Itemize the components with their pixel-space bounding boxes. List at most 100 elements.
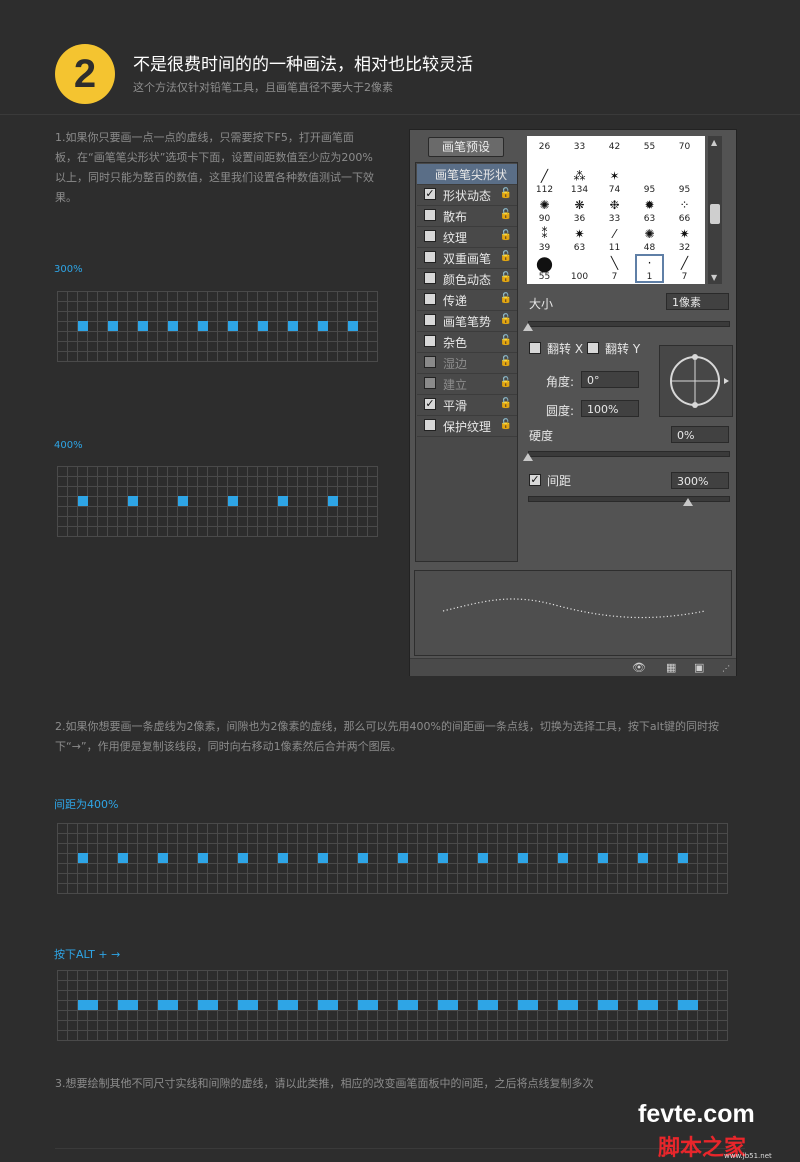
option-build-up[interactable]: 建立 🔓: [417, 374, 517, 395]
checkbox-icon[interactable]: [424, 314, 436, 326]
brush-tip-glyph: ·: [647, 256, 652, 270]
size-slider[interactable]: [528, 321, 730, 327]
new-brush-icon[interactable]: ▣: [694, 661, 704, 674]
brush-tip-cell[interactable]: 100: [565, 254, 594, 283]
flip-x-checkbox[interactable]: [529, 342, 541, 354]
size-label: 大小: [529, 297, 554, 311]
brush-tip-cell[interactable]: ✶ 74: [600, 167, 629, 196]
hardness-slider-knob[interactable]: [523, 453, 533, 461]
scroll-down-icon[interactable]: ▼: [711, 273, 717, 282]
dot-grid-400: [57, 466, 378, 537]
option-brush-tip-shape[interactable]: 画笔笔尖形状: [417, 164, 517, 185]
lock-icon[interactable]: 🔓: [500, 356, 512, 367]
brush-tip-cell[interactable]: ❉ 33: [600, 196, 629, 225]
option-texture[interactable]: 纹理 🔓: [417, 227, 517, 248]
option-wet-edges[interactable]: 湿边 🔓: [417, 353, 517, 374]
lock-icon[interactable]: 🔓: [500, 335, 512, 346]
checkbox-icon[interactable]: [424, 251, 436, 263]
brush-tip-cell[interactable]: ✷ 63: [565, 225, 594, 254]
brush-tip-cell[interactable]: · 1: [635, 254, 664, 283]
brush-tip-cell[interactable]: 55: [635, 138, 664, 167]
brush-tip-cell[interactable]: ╱ 7: [670, 254, 699, 283]
checkbox-icon[interactable]: [424, 230, 436, 242]
option-shape-dynamics[interactable]: ✓ 形状动态 🔓: [417, 185, 517, 206]
label-alt-arrow: 按下ALT + →: [54, 948, 121, 961]
brush-tip-cell[interactable]: ● 55: [530, 251, 559, 283]
angle-roundness-widget[interactable]: [659, 345, 733, 417]
brush-tip-cell[interactable]: ❋ 36: [565, 196, 594, 225]
brush-tip-cell[interactable]: ╱ 112: [530, 167, 559, 196]
flip-y-checkbox[interactable]: [587, 342, 599, 354]
hardness-input[interactable]: 0%: [671, 426, 729, 443]
dash-mark: [118, 1000, 138, 1010]
brush-tip-cell[interactable]: ✺ 48: [635, 225, 664, 254]
roundness-input[interactable]: 100%: [581, 400, 639, 417]
scroll-thumb[interactable]: [710, 204, 720, 224]
dash-mark: [78, 321, 88, 331]
brush-tip-cell[interactable]: ╲ 7: [600, 254, 629, 283]
brush-presets-button[interactable]: 画笔预设: [428, 137, 504, 157]
brush-tip-cell[interactable]: 33: [565, 138, 594, 167]
brush-tip-glyph: ❋: [574, 198, 585, 212]
option-protect-texture[interactable]: 保护纹理 🔓: [417, 416, 517, 437]
lock-icon[interactable]: 🔓: [500, 377, 512, 388]
angle-label: 角度:: [546, 375, 575, 389]
lock-icon[interactable]: 🔓: [500, 251, 512, 262]
lock-icon[interactable]: 🔓: [500, 398, 512, 409]
lock-icon[interactable]: 🔓: [500, 209, 512, 220]
option-brush-pose[interactable]: 画笔笔势 🔓: [417, 311, 517, 332]
brush-tip-cell[interactable]: ⁑ 39: [530, 225, 559, 254]
size-input[interactable]: 1像素: [666, 293, 729, 310]
grid-view-icon[interactable]: ▦: [666, 661, 676, 674]
size-slider-knob[interactable]: [523, 323, 533, 331]
brush-tip-size: 134: [570, 185, 589, 195]
checkbox-icon[interactable]: [424, 209, 436, 221]
brush-tip-cell[interactable]: 42: [600, 138, 629, 167]
spacing-slider-knob[interactable]: [683, 498, 693, 506]
checkbox-icon[interactable]: [424, 293, 436, 305]
checkbox-icon[interactable]: [424, 377, 436, 389]
dash-mark: [358, 1000, 378, 1010]
brush-grid-scrollbar[interactable]: ▲ ▼: [708, 136, 722, 284]
lock-icon[interactable]: 🔓: [500, 419, 512, 430]
lock-icon[interactable]: 🔓: [500, 314, 512, 325]
lock-icon[interactable]: 🔓: [500, 293, 512, 304]
checkbox-icon[interactable]: ✓: [424, 398, 436, 410]
toggle-preview-icon[interactable]: 👁: [632, 661, 646, 674]
brush-tip-cell[interactable]: 95: [670, 167, 699, 196]
checkbox-icon[interactable]: [424, 272, 436, 284]
checkbox-icon[interactable]: [424, 419, 436, 431]
brush-tip-glyph: ╱: [680, 256, 689, 270]
option-smoothing[interactable]: ✓ 平滑 🔓: [417, 395, 517, 416]
dash-mark: [678, 1000, 698, 1010]
spacing-checkbox[interactable]: ✓: [529, 474, 541, 486]
brush-tip-size: 33: [608, 214, 621, 224]
brush-tip-cell[interactable]: 70: [670, 138, 699, 167]
resize-grip-icon[interactable]: ⋰: [722, 664, 730, 673]
scroll-up-icon[interactable]: ▲: [711, 138, 717, 147]
brush-tip-cell[interactable]: ⁄ 11: [600, 225, 629, 254]
site-watermark: fevte.com 脚本之家 www.jb51.net: [634, 1100, 794, 1161]
angle-input[interactable]: 0°: [581, 371, 639, 388]
option-transfer[interactable]: 传递 🔓: [417, 290, 517, 311]
checkbox-icon[interactable]: [424, 356, 436, 368]
option-scattering[interactable]: 散布 🔓: [417, 206, 517, 227]
option-dual-brush[interactable]: 双重画笔 🔓: [417, 248, 517, 269]
lock-icon[interactable]: 🔓: [500, 272, 512, 283]
lock-icon[interactable]: 🔓: [500, 188, 512, 199]
brush-tip-cell[interactable]: ✺ 90: [530, 196, 559, 225]
checkbox-icon[interactable]: [424, 335, 436, 347]
brush-tip-cell[interactable]: ✷ 32: [670, 225, 699, 254]
spacing-input[interactable]: 300%: [671, 472, 729, 489]
brush-tip-cell[interactable]: ✹ 63: [635, 196, 664, 225]
option-color-dynamics[interactable]: 颜色动态 🔓: [417, 269, 517, 290]
hardness-slider[interactable]: [528, 451, 730, 457]
checkbox-icon[interactable]: ✓: [424, 188, 436, 200]
spacing-slider[interactable]: [528, 496, 730, 502]
brush-tip-cell[interactable]: ⁂ 134: [565, 167, 594, 196]
brush-tip-cell[interactable]: 95: [635, 167, 664, 196]
option-noise[interactable]: 杂色 🔓: [417, 332, 517, 353]
brush-tip-cell[interactable]: 26: [530, 138, 559, 167]
lock-icon[interactable]: 🔓: [500, 230, 512, 241]
brush-tip-cell[interactable]: ⁘ 66: [670, 196, 699, 225]
